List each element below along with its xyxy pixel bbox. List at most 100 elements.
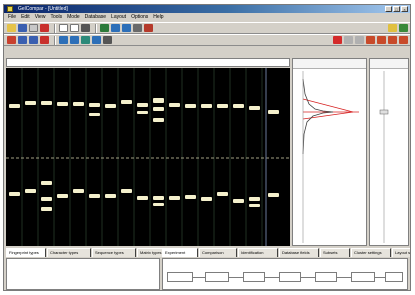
tab-layout-settings[interactable]: Layout settings bbox=[392, 248, 410, 257]
lane-header-cell bbox=[9, 60, 19, 65]
print-icon[interactable] bbox=[70, 24, 79, 32]
fit-icon[interactable] bbox=[355, 36, 364, 44]
workflow-step[interactable] bbox=[351, 272, 375, 282]
gel-band bbox=[185, 195, 196, 199]
print-preview-icon[interactable] bbox=[81, 24, 90, 32]
gel-band bbox=[73, 189, 84, 193]
lane-header-cell bbox=[113, 60, 123, 65]
normalization-panel[interactable] bbox=[369, 58, 409, 246]
gel-band bbox=[105, 104, 116, 108]
image-icon[interactable] bbox=[7, 36, 16, 44]
gel-band bbox=[217, 192, 228, 196]
lane-icon[interactable] bbox=[18, 36, 27, 44]
tab-fingerprint-types[interactable]: Fingerprint types bbox=[6, 248, 46, 257]
workflow-step[interactable] bbox=[315, 272, 337, 282]
close-window-button[interactable]: × bbox=[401, 6, 408, 12]
tab-database-fields[interactable]: Database fields bbox=[279, 248, 319, 257]
toolbar-separator bbox=[95, 23, 97, 33]
densitometry-panel[interactable] bbox=[292, 58, 367, 246]
gel-band bbox=[25, 189, 36, 193]
menu-view[interactable]: View bbox=[35, 13, 46, 22]
close-icon[interactable] bbox=[399, 36, 408, 44]
gel-band bbox=[201, 104, 212, 108]
gel-band bbox=[169, 103, 180, 107]
lane-header-cell bbox=[178, 60, 188, 65]
tab-experiment[interactable]: Experiment bbox=[162, 248, 198, 257]
export-icon[interactable] bbox=[366, 36, 375, 44]
menu-database[interactable]: Database bbox=[85, 13, 106, 22]
menu-tools[interactable]: Tools bbox=[50, 13, 62, 22]
crosshair-icon[interactable] bbox=[92, 36, 101, 44]
zoom-out-icon[interactable] bbox=[399, 24, 408, 32]
cut-icon[interactable] bbox=[29, 24, 38, 32]
filter-icon[interactable] bbox=[81, 36, 90, 44]
workflow-step[interactable] bbox=[279, 272, 301, 282]
compare-icon[interactable] bbox=[111, 24, 120, 32]
copy-icon[interactable] bbox=[40, 24, 49, 32]
workflow-step[interactable] bbox=[385, 272, 403, 282]
left-tab-strip: Fingerprint types Character types Sequen… bbox=[6, 248, 178, 257]
menu-mode[interactable]: Mode bbox=[67, 13, 80, 22]
report-icon[interactable] bbox=[144, 24, 153, 32]
menu-edit[interactable]: Edit bbox=[21, 13, 30, 22]
minimize-button[interactable]: _ bbox=[385, 6, 392, 12]
gel-band bbox=[233, 104, 244, 108]
tile-icon[interactable] bbox=[377, 36, 386, 44]
toolbar-separator bbox=[54, 35, 56, 45]
tab-cluster-settings[interactable]: Cluster settings bbox=[351, 248, 391, 257]
normalize-icon[interactable] bbox=[59, 36, 68, 44]
window-title: GelCompar - [Untitled] bbox=[18, 6, 68, 12]
main-window: GelCompar - [Untitled] _ □ × File Edit V… bbox=[3, 4, 411, 291]
band-icon[interactable] bbox=[29, 36, 38, 44]
open-icon[interactable] bbox=[7, 24, 16, 32]
gel-band bbox=[121, 189, 132, 193]
menu-layout[interactable]: Layout bbox=[111, 13, 126, 22]
gel-image-panel[interactable] bbox=[6, 68, 290, 246]
experiment-types-list[interactable] bbox=[6, 258, 160, 290]
workflow-step[interactable] bbox=[167, 272, 193, 282]
workflow-panel[interactable] bbox=[162, 258, 408, 290]
settings-icon[interactable] bbox=[133, 24, 142, 32]
menu-options[interactable]: Options bbox=[131, 13, 148, 22]
gel-band bbox=[89, 103, 100, 107]
undo-icon[interactable] bbox=[59, 24, 68, 32]
lane-header-cell bbox=[61, 60, 71, 65]
workflow-step[interactable] bbox=[243, 272, 265, 282]
densitometry-icon[interactable] bbox=[103, 36, 112, 44]
marker-icon[interactable] bbox=[40, 36, 49, 44]
grid-icon[interactable] bbox=[70, 36, 79, 44]
gel-band bbox=[233, 199, 244, 203]
lane-header-cell bbox=[165, 60, 175, 65]
tab-identification[interactable]: Identification bbox=[238, 248, 278, 257]
database-icon[interactable] bbox=[100, 24, 109, 32]
stop-icon[interactable] bbox=[333, 36, 342, 44]
gel-band bbox=[153, 118, 164, 122]
lane-header-cell bbox=[139, 60, 149, 65]
pattern-icon[interactable] bbox=[344, 36, 353, 44]
menu-file[interactable]: File bbox=[8, 13, 16, 22]
save-icon[interactable] bbox=[18, 24, 27, 32]
tab-subsets[interactable]: Subsets bbox=[320, 248, 350, 257]
lane-header-cell bbox=[217, 60, 227, 65]
gel-band bbox=[41, 101, 52, 105]
gel-band bbox=[9, 104, 20, 108]
tab-sequence-types[interactable]: Sequence types bbox=[92, 248, 136, 257]
cascade-icon[interactable] bbox=[388, 36, 397, 44]
zoom-in-icon[interactable] bbox=[388, 24, 397, 32]
densitometric-curve bbox=[302, 71, 359, 243]
gel-band bbox=[89, 194, 100, 198]
lane-header-cell bbox=[35, 60, 45, 65]
lane-header-cell bbox=[100, 60, 110, 65]
cluster-icon[interactable] bbox=[122, 24, 131, 32]
gel-band bbox=[268, 193, 279, 197]
tab-comparison[interactable]: Comparison bbox=[199, 248, 237, 257]
menu-help[interactable]: Help bbox=[153, 13, 163, 22]
gel-band bbox=[121, 100, 132, 104]
gel-band bbox=[137, 103, 148, 107]
gel-band bbox=[137, 111, 148, 114]
workflow-step[interactable] bbox=[205, 272, 229, 282]
gel-band bbox=[153, 98, 164, 103]
gel-band bbox=[57, 194, 68, 198]
tab-character-types[interactable]: Character types bbox=[47, 248, 91, 257]
maximize-button[interactable]: □ bbox=[393, 6, 400, 12]
